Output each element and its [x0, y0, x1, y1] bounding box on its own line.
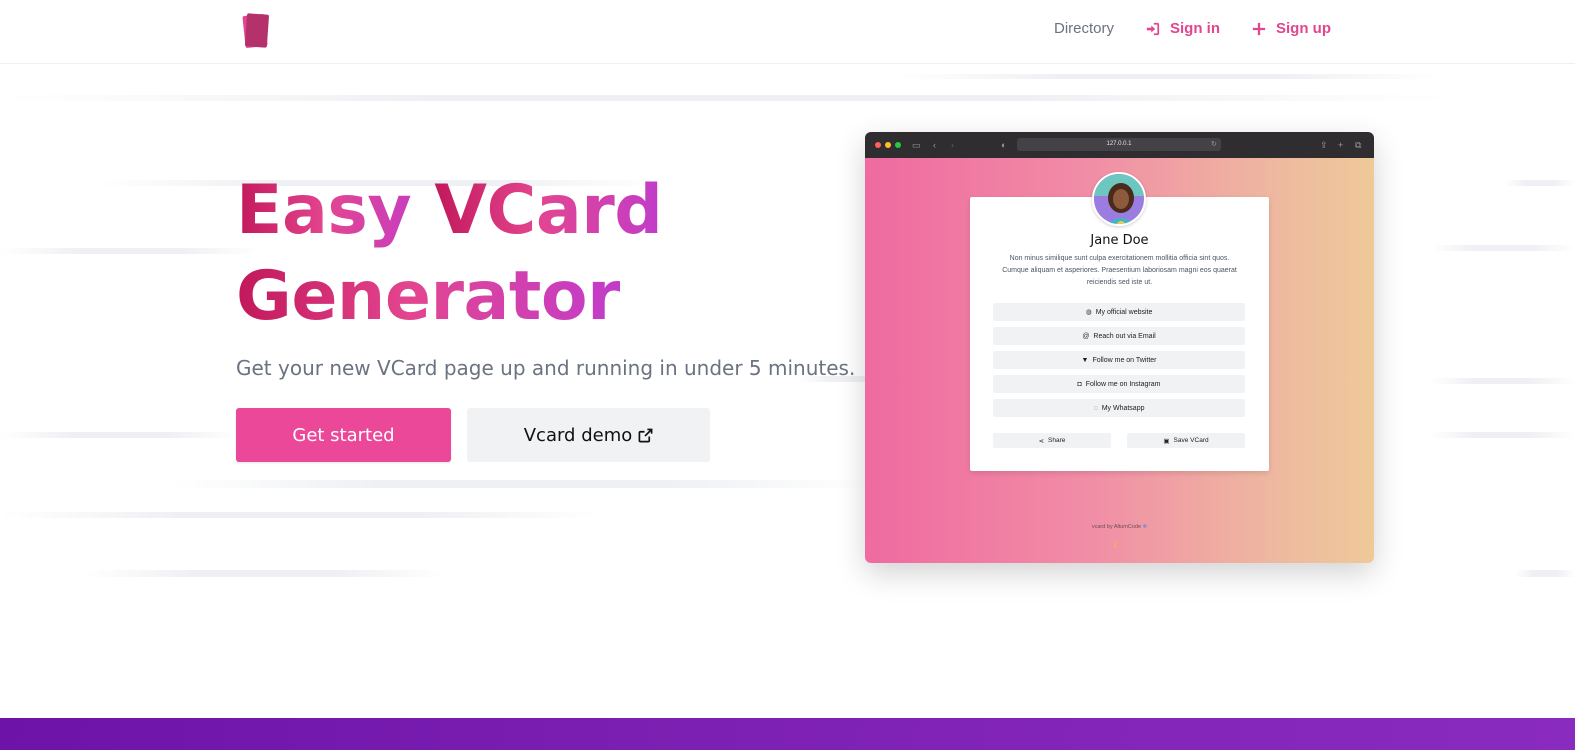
vcard-bio: Non minus similique sunt culpa exercitat… — [1002, 255, 1237, 286]
page: Directory Sign in Sign up Easy VCard Gen… — [0, 0, 1575, 750]
share-icon: ⋖ — [1038, 437, 1045, 445]
decor-streak — [172, 480, 872, 488]
decor-streak — [0, 432, 240, 438]
vcard-link-website: ◍ My official website — [993, 303, 1245, 321]
new-tab-icon: + — [1338, 140, 1344, 150]
footer-emoji-icon: ❄ — [1142, 524, 1148, 530]
decor-streak — [0, 512, 600, 518]
plus-icon — [1252, 22, 1266, 35]
vcard-link-label: My official website — [1095, 308, 1153, 316]
nav-sign-up-link[interactable]: Sign up — [1252, 20, 1331, 37]
bottom-section-band — [0, 718, 1575, 750]
nav-directory-label: Directory — [1053, 20, 1114, 37]
nav-sign-up-label: Sign up — [1276, 20, 1331, 37]
vcard-link-label: My Whatsapp — [1101, 404, 1145, 412]
decor-streak — [1430, 378, 1575, 384]
hero-title: Easy VCard Generator — [236, 168, 663, 340]
vcard-card: Jane Doe Non minus similique sunt culpa … — [970, 197, 1269, 471]
decor-streak — [0, 95, 1450, 101]
decor-streak — [1515, 570, 1575, 577]
back-icon: ‹ — [933, 140, 936, 150]
decor-streak — [0, 248, 260, 254]
vcard-save-label: Save VCard — [1173, 437, 1209, 444]
vcard-demo-label: Vcard demo — [523, 424, 633, 446]
decor-streak — [85, 570, 445, 577]
footer-label: vcard by AltumCode — [1091, 524, 1142, 530]
vcard-link-instagram: ◘ Follow me on Instagram — [993, 375, 1245, 393]
browser-toolbar: ▭ ‹ › ◐ 127.0.0.1 ↻ ⇪ + ⧉ — [865, 132, 1374, 158]
vcard-link-whatsapp: ◌ My Whatsapp — [993, 399, 1245, 417]
contact-card-icon: ▣ — [1163, 437, 1170, 445]
shield-icon: ◐ — [1001, 140, 1007, 150]
decor-streak — [1430, 432, 1575, 438]
reload-icon: ↻ — [1211, 141, 1217, 148]
tabs-icon: ⧉ — [1355, 140, 1362, 150]
vcard-save-button: ▣ Save VCard — [1127, 433, 1245, 448]
vcard-share-label: Share — [1048, 437, 1066, 444]
twitter-icon: ▼ — [1081, 356, 1089, 364]
get-started-button[interactable]: Get started — [236, 408, 451, 462]
nav-links: Directory Sign in Sign up — [1054, 20, 1331, 37]
external-link-icon — [638, 428, 653, 442]
decor-streak — [900, 74, 1440, 79]
vcard-link-label: Follow me on Twitter — [1092, 356, 1157, 364]
get-started-label: Get started — [292, 424, 395, 446]
vcard-link-label: Follow me on Instagram — [1085, 380, 1161, 388]
hero-title-part1: Easy — [236, 171, 435, 250]
nav-sign-in-link[interactable]: Sign in — [1146, 20, 1220, 37]
vcard-footer-note: vcard by AltumCode ❄ — [865, 524, 1374, 530]
sign-in-icon — [1146, 22, 1160, 35]
vcard-page-preview: Jane Doe Non minus similique sunt culpa … — [865, 158, 1374, 563]
forward-icon: › — [951, 140, 954, 150]
hero-title-part2: VCard — [434, 171, 663, 250]
minimize-dot-icon — [885, 142, 891, 148]
whatsapp-icon: ◌ — [1093, 404, 1098, 412]
share-toolbar-icon: ⇪ — [1320, 140, 1328, 150]
instagram-icon: ◘ — [1077, 380, 1082, 388]
cards-logo-icon — [242, 13, 269, 48]
close-dot-icon — [875, 142, 881, 148]
nav-directory-link[interactable]: Directory — [1054, 20, 1114, 37]
vcard-share-button: ⋖ Share — [993, 433, 1111, 448]
vcard-link-twitter: ▼ Follow me on Twitter — [993, 351, 1245, 369]
hero-subtitle: Get your new VCard page up and running i… — [236, 356, 856, 380]
at-icon: @ — [1082, 332, 1090, 340]
decor-streak — [1505, 180, 1575, 186]
hero-title-line2: Generator — [236, 257, 621, 336]
browser-mockup-screenshot: ▭ ‹ › ◐ 127.0.0.1 ↻ ⇪ + ⧉ Jane Doe Non m… — [865, 132, 1374, 563]
address-bar: 127.0.0.1 — [1017, 138, 1221, 151]
maximize-dot-icon — [895, 142, 901, 148]
vcard-demo-button[interactable]: Vcard demo — [467, 408, 710, 462]
globe-icon: ◍ — [1085, 309, 1092, 316]
logo[interactable] — [240, 12, 274, 50]
vcard-link-email: @ Reach out via Email — [993, 327, 1245, 345]
vcard-link-label: Reach out via Email — [1093, 332, 1156, 340]
decor-streak — [1430, 245, 1575, 251]
top-navbar: Directory Sign in Sign up — [0, 0, 1575, 64]
sidebar-icon: ▭ — [912, 140, 921, 150]
vcard-avatar — [1092, 172, 1146, 226]
dark-mode-moon-icon: ☾ — [1113, 540, 1122, 550]
vcard-name: Jane Doe — [1090, 233, 1149, 248]
nav-sign-in-label: Sign in — [1170, 20, 1220, 37]
